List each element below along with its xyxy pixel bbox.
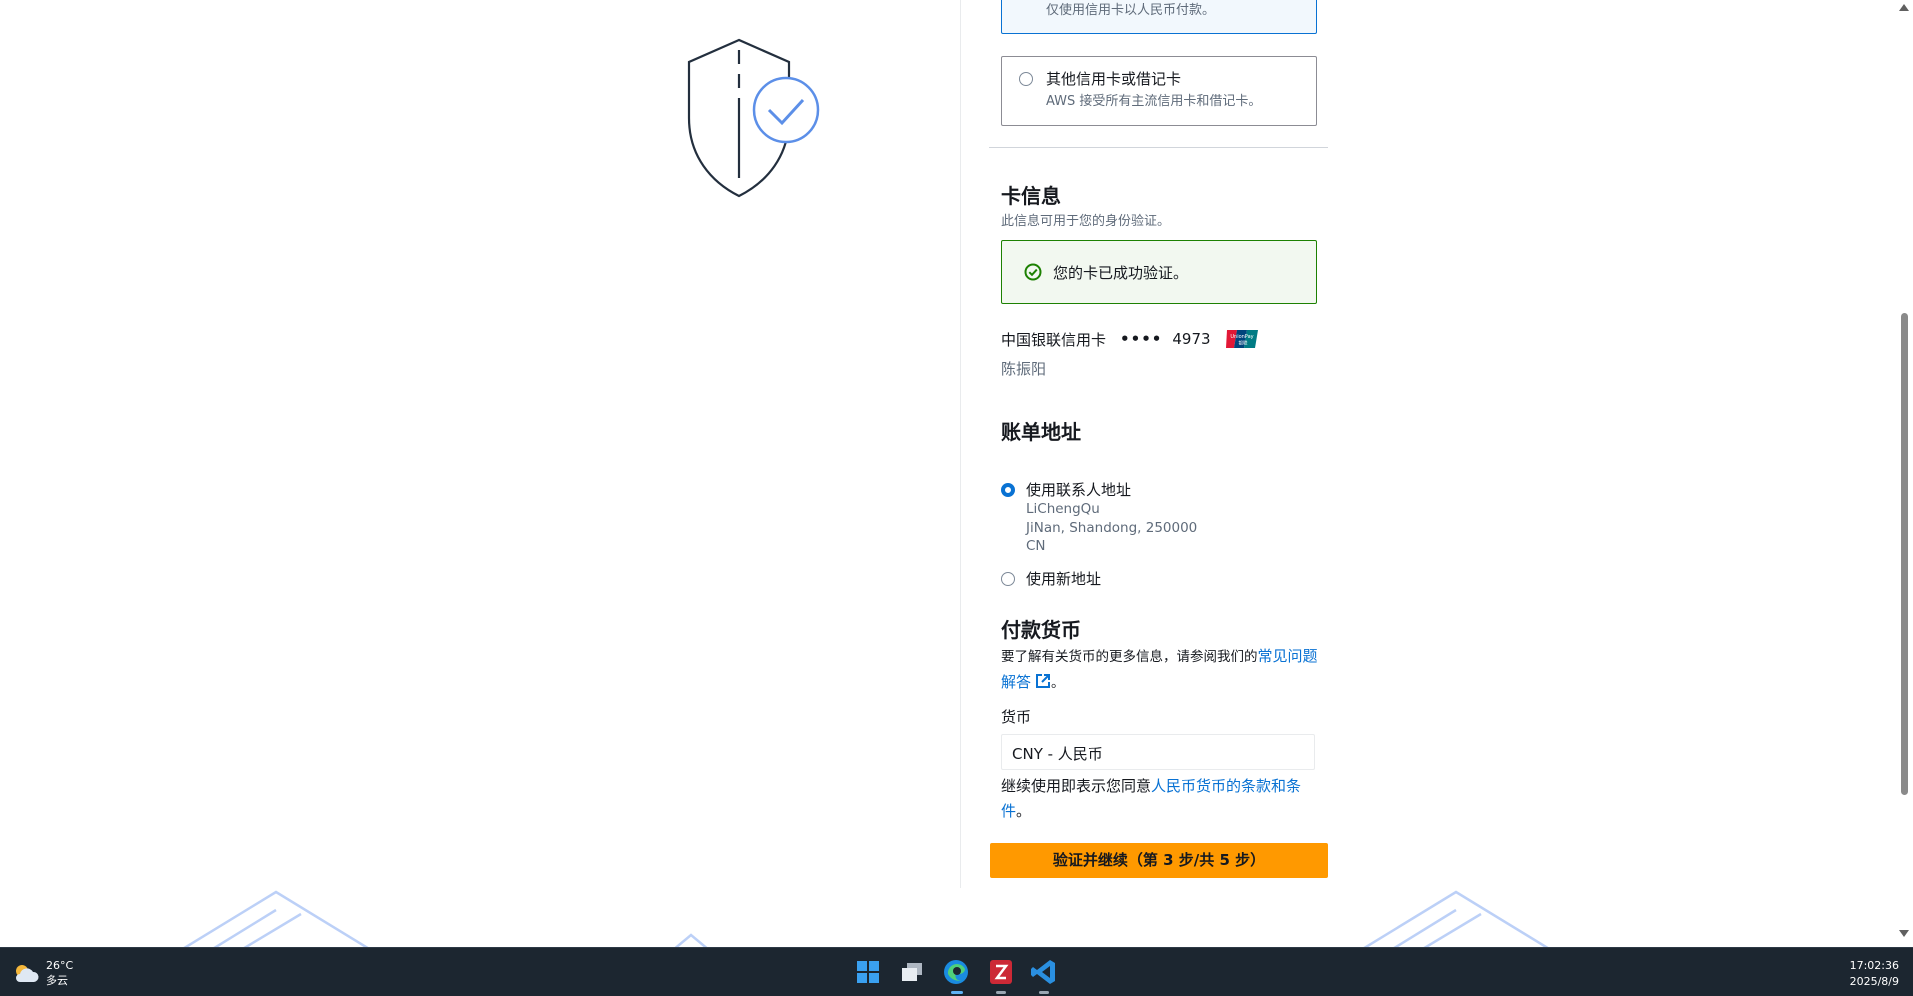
payment-option-cny-desc: 仅使用信用卡以人民币付款。 — [1046, 3, 1216, 18]
contact-address-radio[interactable] — [1001, 483, 1015, 497]
vscode-icon[interactable] — [1028, 956, 1060, 988]
terms-suffix: 。 — [1016, 802, 1032, 820]
other-card-desc: AWS 接受所有主流信用卡和借记卡。 — [1046, 94, 1262, 109]
address-line: CN — [1026, 538, 1046, 554]
external-link-icon — [1036, 674, 1051, 688]
svg-text:银联: 银联 — [1238, 340, 1247, 347]
column-divider — [960, 0, 961, 888]
contact-address-label: 使用联系人地址 — [1026, 481, 1132, 499]
background-decoration — [1363, 890, 1549, 947]
svg-text:UnionPay: UnionPay — [1230, 334, 1253, 340]
weather-temp: 26°C — [46, 959, 74, 972]
currency-field-label: 货币 — [1001, 708, 1032, 726]
weather-widget[interactable]: 26°C 多云 — [12, 958, 73, 988]
currency-desc: 要了解有关货币的更多信息，请参阅我们的常见问题解答。 — [1001, 644, 1319, 696]
currency-desc-end: 。 — [1051, 675, 1065, 691]
contact-address: LiChengQu JiNan, Shandong, 250000 CN — [1026, 500, 1197, 556]
card-info-heading: 卡信息 — [1001, 184, 1061, 208]
edge-browser-icon[interactable] — [940, 956, 972, 988]
clock-time: 17:02:36 — [1849, 959, 1899, 972]
address-line: LiChengQu — [1026, 501, 1100, 517]
system-clock[interactable]: 17:02:36 2025/8/9 — [1850, 958, 1899, 990]
terms-prefix: 继续使用即表示您同意 — [1001, 777, 1152, 795]
currency-selected-value: CNY - 人民币 — [1012, 745, 1103, 763]
other-card-radio[interactable] — [1019, 72, 1033, 86]
section-divider — [989, 147, 1328, 148]
background-decoration — [183, 890, 369, 947]
cloudy-weather-icon — [16, 965, 39, 982]
active-app-indicator — [951, 991, 963, 994]
unionpay-logo-icon: UnionPay 银联 — [1225, 330, 1258, 348]
card-mask: •••• — [1120, 330, 1163, 348]
card-verified-text: 您的卡已成功验证。 — [1053, 264, 1189, 282]
scroll-up-icon[interactable] — [1899, 4, 1909, 11]
scroll-down-icon[interactable] — [1899, 930, 1909, 937]
app-indicator — [996, 991, 1006, 994]
taskbar: 26°C 多云 17:02:36 2025/8/9 — [0, 947, 1913, 996]
task-view-icon[interactable] — [896, 956, 928, 988]
scrollbar-thumb[interactable] — [1901, 313, 1908, 795]
check-circle-icon — [1024, 263, 1042, 281]
payment-option-cny-card[interactable]: 仅使用信用卡以人民币付款。 — [1001, 0, 1317, 34]
new-address-radio[interactable] — [1001, 572, 1015, 586]
card-type: 中国银联信用卡 — [1001, 330, 1107, 349]
new-address-label: 使用新地址 — [1026, 570, 1102, 588]
address-line: JiNan, Shandong, 250000 — [1026, 519, 1198, 536]
weather-condition: 多云 — [46, 974, 68, 987]
card-last4: 4973 — [1172, 330, 1211, 348]
card-holder-name: 陈振阳 — [1001, 360, 1047, 378]
background-decoration — [674, 933, 708, 947]
windows-start-icon[interactable] — [852, 956, 884, 988]
currency-select[interactable]: CNY - 人民币 — [1001, 734, 1315, 770]
verify-continue-button[interactable]: 验证并继续（第 3 步/共 5 步） — [990, 843, 1328, 878]
other-card-title: 其他信用卡或借记卡 — [1046, 70, 1182, 88]
card-summary: 中国银联信用卡 •••• 4973 UnionPay 银联 — [1001, 328, 1259, 350]
terms-text: 继续使用即表示您同意人民币货币的条款和条件。 — [1001, 774, 1319, 824]
currency-desc-text: 要了解有关货币的更多信息，请参阅我们的 — [1001, 649, 1258, 665]
payment-option-other-card[interactable]: 其他信用卡或借记卡 AWS 接受所有主流信用卡和借记卡。 — [1001, 56, 1317, 126]
clock-date: 2025/8/9 — [1849, 975, 1899, 988]
card-verified-alert: 您的卡已成功验证。 — [1001, 240, 1317, 304]
billing-heading: 账单地址 — [1001, 420, 1081, 444]
currency-heading: 付款货币 — [1001, 618, 1081, 642]
card-info-desc: 此信息可用于您的身份验证。 — [1001, 214, 1171, 229]
page: 仅使用信用卡以人民币付款。 其他信用卡或借记卡 AWS 接受所有主流信用卡和借记… — [1, 0, 1894, 947]
app-indicator — [1039, 991, 1049, 994]
zotero-icon[interactable] — [985, 956, 1017, 988]
shield-check-icon — [687, 38, 820, 198]
